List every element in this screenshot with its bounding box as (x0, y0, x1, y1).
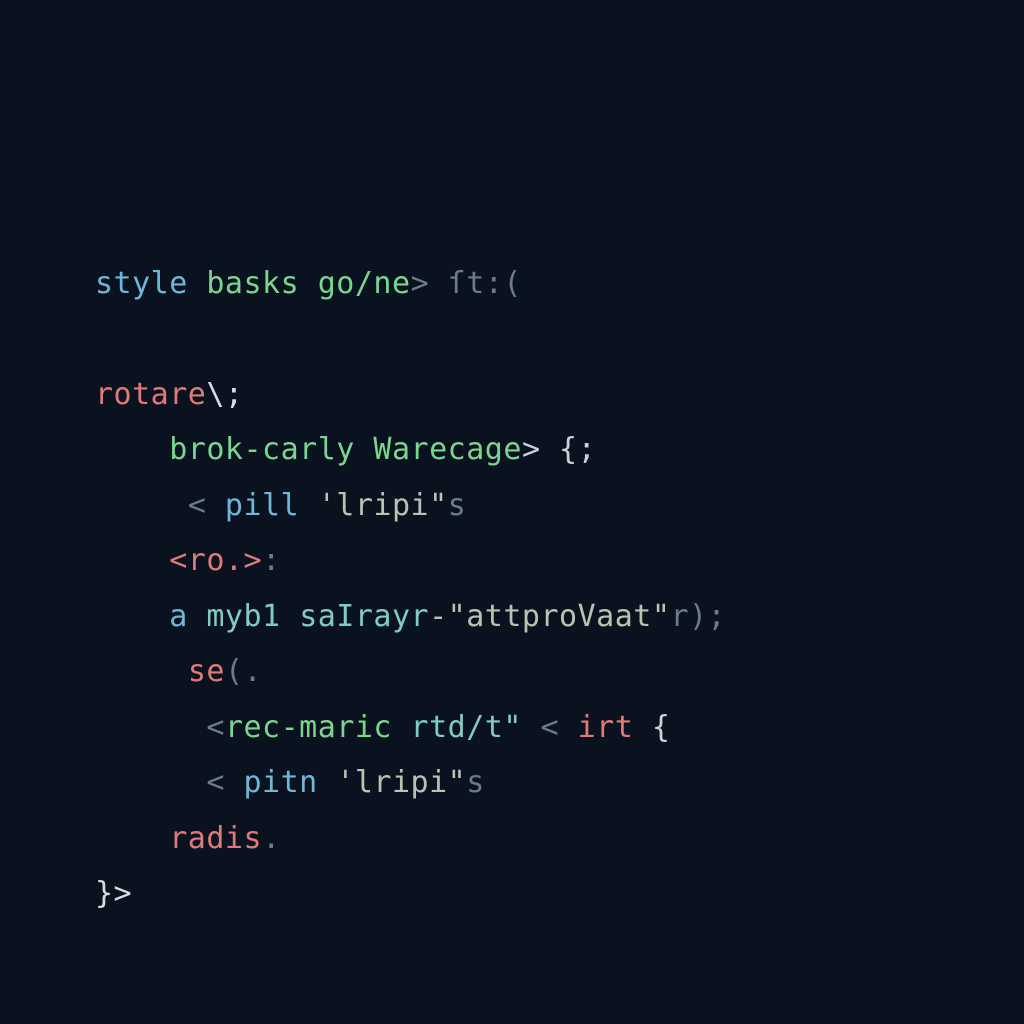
token-punct: > {; (522, 432, 596, 467)
token-ident: rotare (95, 377, 206, 412)
token-ident: se (188, 654, 225, 689)
token-punct: { (633, 710, 670, 745)
code-line: a myb1 saIrayr-"attproVaat"r); (95, 599, 726, 634)
token-ident: rtd/t" (392, 710, 522, 745)
code-line: < pill 'lripi"s (95, 488, 466, 523)
indent (95, 432, 169, 467)
token-punct: > ſt:( (411, 266, 522, 301)
indent (95, 543, 169, 578)
code-editor[interactable]: style basks go/ne> ſt:( rotare\; brok-ca… (0, 0, 1024, 922)
token-punct: < (206, 710, 225, 745)
code-line: brok-carly Warecage> {; (95, 432, 596, 467)
token-punct: }> (95, 876, 132, 911)
token-ident: radis (169, 821, 262, 856)
token-keyword: style (95, 266, 188, 301)
token-ident: brok-carly (169, 432, 355, 467)
token-punct: \; (206, 377, 243, 412)
token-tag: <ro.> (169, 543, 262, 578)
code-line: }> (95, 876, 132, 911)
token-ident: rec-maric (225, 710, 392, 745)
token-string: 'lripi" (318, 488, 448, 523)
indent (95, 710, 206, 745)
token-keyword: a (169, 599, 188, 634)
indent (95, 488, 188, 523)
code-line: se(. (95, 654, 262, 689)
code-line: < pitn 'lripi"s (95, 765, 485, 800)
indent (95, 654, 188, 689)
token-punct: < (206, 765, 225, 800)
token-ident: go/ne (299, 266, 410, 301)
token-punct: . (262, 821, 281, 856)
token-keyword: pitn (225, 765, 336, 800)
token-ident: saIrayr (299, 599, 429, 634)
code-line: radis. (95, 821, 281, 856)
token-ident: s (466, 765, 485, 800)
token-string: 'lripi" (336, 765, 466, 800)
token-ident: myb1 (188, 599, 299, 634)
token-keyword: pill (206, 488, 317, 523)
token-ident: basks (188, 266, 299, 301)
code-line: style basks go/ne> ſt:( (95, 266, 522, 301)
code-line: rotare\; (95, 377, 244, 412)
indent (95, 599, 169, 634)
indent (95, 821, 169, 856)
token-punct: < (188, 488, 207, 523)
indent (95, 765, 206, 800)
token-punct: r); (670, 599, 726, 634)
token-ident: s (448, 488, 467, 523)
token-string: -"attproVaat" (429, 599, 670, 634)
token-punct: : (262, 543, 281, 578)
code-line: <ro.>: (95, 543, 281, 578)
token-punct: < (522, 710, 559, 745)
token-ident: irt (559, 710, 633, 745)
token-punct: (. (225, 654, 262, 689)
code-line: <rec-maric rtd/t" < irt { (95, 710, 670, 745)
token-ident: Warecage (355, 432, 522, 467)
